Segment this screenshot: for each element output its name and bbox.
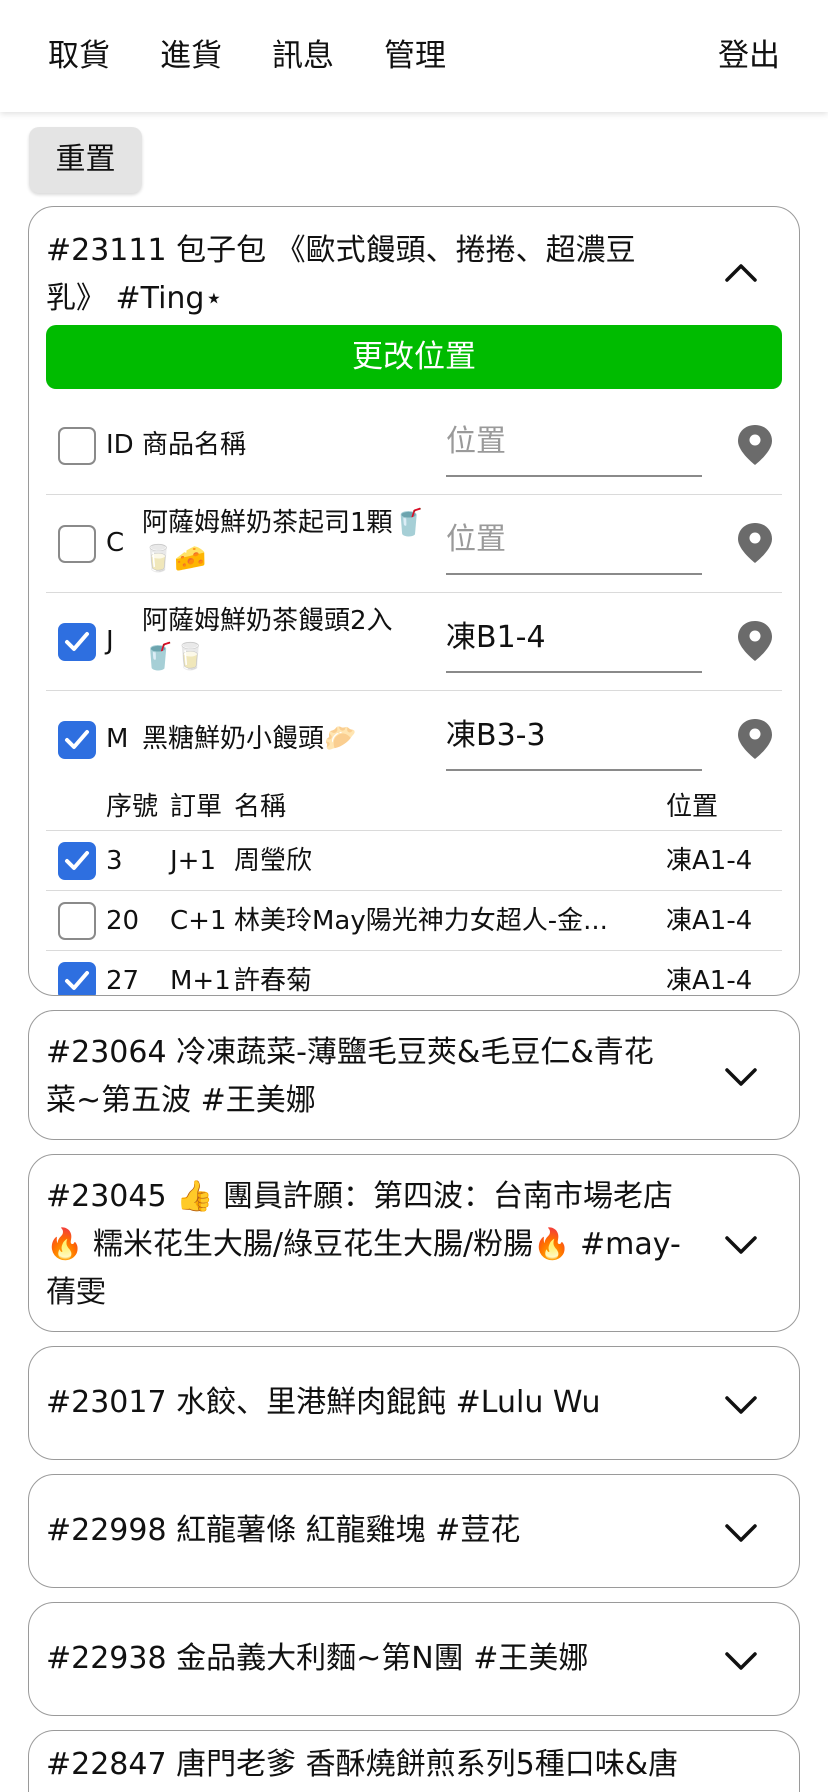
- order-checkbox[interactable]: [58, 842, 96, 880]
- chevron-down-icon[interactable]: [721, 1512, 761, 1552]
- group-title-line1: #23045 👍 團員許願：第四波：台南市場老店: [46, 1179, 673, 1214]
- product-checkbox[interactable]: [58, 623, 96, 661]
- product-checkbox[interactable]: [58, 525, 96, 563]
- product-name-line2: 🥛🧀: [142, 544, 207, 574]
- order-row: 3 J+1 周瑩欣 凍A1-4: [46, 831, 782, 891]
- product-name-line2: 🥤🥛: [142, 642, 207, 672]
- order-checkbox[interactable]: [58, 962, 96, 995]
- product-row: J 阿薩姆鮮奶茶饅頭2入 🥤🥛 凍B1-4: [46, 593, 782, 691]
- change-location-button[interactable]: 更改位置: [46, 325, 782, 389]
- group-title-line2: 菜~第五波 #王美娜: [46, 1083, 316, 1118]
- header-product-name: 商品名稱: [142, 430, 247, 460]
- orders-header-name: 名稱: [234, 792, 287, 822]
- product-checkbox[interactable]: [58, 721, 96, 759]
- group-card[interactable]: #22847 唐門老爹 香酥燒餅煎系列5種口味&唐: [28, 1730, 800, 1792]
- order-no: 20: [106, 906, 140, 936]
- group-card-expanded: #23111 包子包 《歐式饅頭、捲捲、超濃豆 乳》 #Ting⋆ 更改位置 I…: [28, 206, 800, 996]
- order-qty: C+1: [170, 906, 227, 936]
- product-name-line1: 阿薩姆鮮奶茶起司1顆🥤: [142, 508, 425, 538]
- product-location-input[interactable]: 凍B1-4: [446, 607, 702, 673]
- order-location: 凍A1-4: [666, 846, 753, 876]
- group-title-line2[interactable]: 乳》 #Ting⋆: [46, 275, 696, 323]
- nav-stock-in[interactable]: 進貨: [160, 36, 222, 76]
- top-nav: 取貨 進貨 訊息 管理 登出: [0, 0, 828, 112]
- order-no: 27: [106, 966, 140, 996]
- group-card[interactable]: #23045 👍 團員許願：第四波：台南市場老店 🔥 糯米花生大腸/綠豆花生大腸…: [28, 1154, 800, 1332]
- orders-header-order: 訂單: [170, 792, 223, 822]
- order-qty: J+1: [170, 846, 216, 876]
- order-location: 凍A1-4: [666, 966, 753, 996]
- group-title-line1: #23017 水餃、里港鮮肉餛飩 #Lulu Wu: [46, 1385, 601, 1420]
- group-card[interactable]: #22998 紅龍薯條 紅龍雞塊 #荳花: [28, 1474, 800, 1588]
- order-name: 許春菊: [234, 966, 313, 996]
- product-row: M 黑糖鮮奶小饅頭🥟 凍B3-3: [46, 691, 782, 777]
- order-name: 周瑩欣: [234, 846, 313, 876]
- group-title-line1: #22938 金品義大利麵~第N團 #王美娜: [46, 1641, 589, 1676]
- group-title-line1: #23064 冷凍蔬菜-薄鹽毛豆莢&毛豆仁&青花: [46, 1035, 654, 1070]
- orders-header-no: 序號: [106, 792, 159, 822]
- group-title-line1: #22998 紅龍薯條 紅龍雞塊 #荳花: [46, 1513, 521, 1548]
- product-location-input[interactable]: 位置: [446, 509, 702, 575]
- location-pin-icon[interactable]: [736, 521, 774, 565]
- group-title-line1: #22847 唐門老爹 香酥燒餅煎系列5種口味&唐: [46, 1747, 679, 1782]
- nav-manage[interactable]: 管理: [384, 36, 446, 76]
- order-qty: M+1: [170, 966, 231, 996]
- group-title-line1[interactable]: #23111 包子包 《歐式饅頭、捲捲、超濃豆: [46, 227, 696, 275]
- orders-header-location: 位置: [666, 792, 719, 822]
- group-card[interactable]: #22938 金品義大利麵~第N團 #王美娜: [28, 1602, 800, 1716]
- order-name: 林美玲May陽光神力女超人-金...: [234, 906, 608, 936]
- product-header-row: ID 商品名稱 位置: [46, 397, 782, 495]
- product-code: M: [106, 724, 129, 754]
- nav-pickup[interactable]: 取貨: [48, 36, 110, 76]
- product-location-input[interactable]: 凍B3-3: [446, 705, 702, 771]
- order-no: 3: [106, 846, 123, 876]
- chevron-up-icon[interactable]: [721, 253, 761, 293]
- select-all-checkbox[interactable]: [58, 427, 96, 465]
- group-title-line2: 🔥 糯米花生大腸/綠豆花生大腸/粉腸🔥 #may-: [46, 1227, 681, 1262]
- group-card[interactable]: #23017 水餃、里港鮮肉餛飩 #Lulu Wu: [28, 1346, 800, 1460]
- location-pin-icon[interactable]: [736, 717, 774, 761]
- order-location: 凍A1-4: [666, 906, 753, 936]
- reset-button[interactable]: 重置: [29, 127, 142, 193]
- product-name-line1: 阿薩姆鮮奶茶饅頭2入: [142, 606, 393, 636]
- nav-messages[interactable]: 訊息: [272, 36, 334, 76]
- chevron-down-icon[interactable]: [721, 1640, 761, 1680]
- product-code: C: [106, 528, 125, 558]
- product-row: C 阿薩姆鮮奶茶起司1顆🥤 🥛🧀 位置: [46, 495, 782, 593]
- chevron-down-icon[interactable]: [721, 1384, 761, 1424]
- product-code: J: [106, 626, 114, 656]
- group-card[interactable]: #23064 冷凍蔬菜-薄鹽毛豆莢&毛豆仁&青花 菜~第五波 #王美娜: [28, 1010, 800, 1140]
- product-name-line1: 黑糖鮮奶小饅頭🥟: [142, 724, 357, 754]
- chevron-down-icon[interactable]: [721, 1056, 761, 1096]
- chevron-down-icon[interactable]: [721, 1224, 761, 1264]
- order-row: 20 C+1 林美玲May陽光神力女超人-金... 凍A1-4: [46, 891, 782, 951]
- group-title-line3: 蒨雯: [46, 1275, 106, 1310]
- bulk-location-input[interactable]: 位置: [446, 411, 702, 477]
- logout-link[interactable]: 登出: [718, 36, 780, 76]
- location-pin-icon[interactable]: [736, 423, 774, 467]
- header-id: ID: [106, 430, 134, 460]
- location-pin-icon[interactable]: [736, 619, 774, 663]
- order-checkbox[interactable]: [58, 902, 96, 940]
- order-row: 27 M+1 許春菊 凍A1-4: [46, 951, 782, 995]
- orders-header-row: 序號 訂單 名稱 位置: [46, 781, 782, 831]
